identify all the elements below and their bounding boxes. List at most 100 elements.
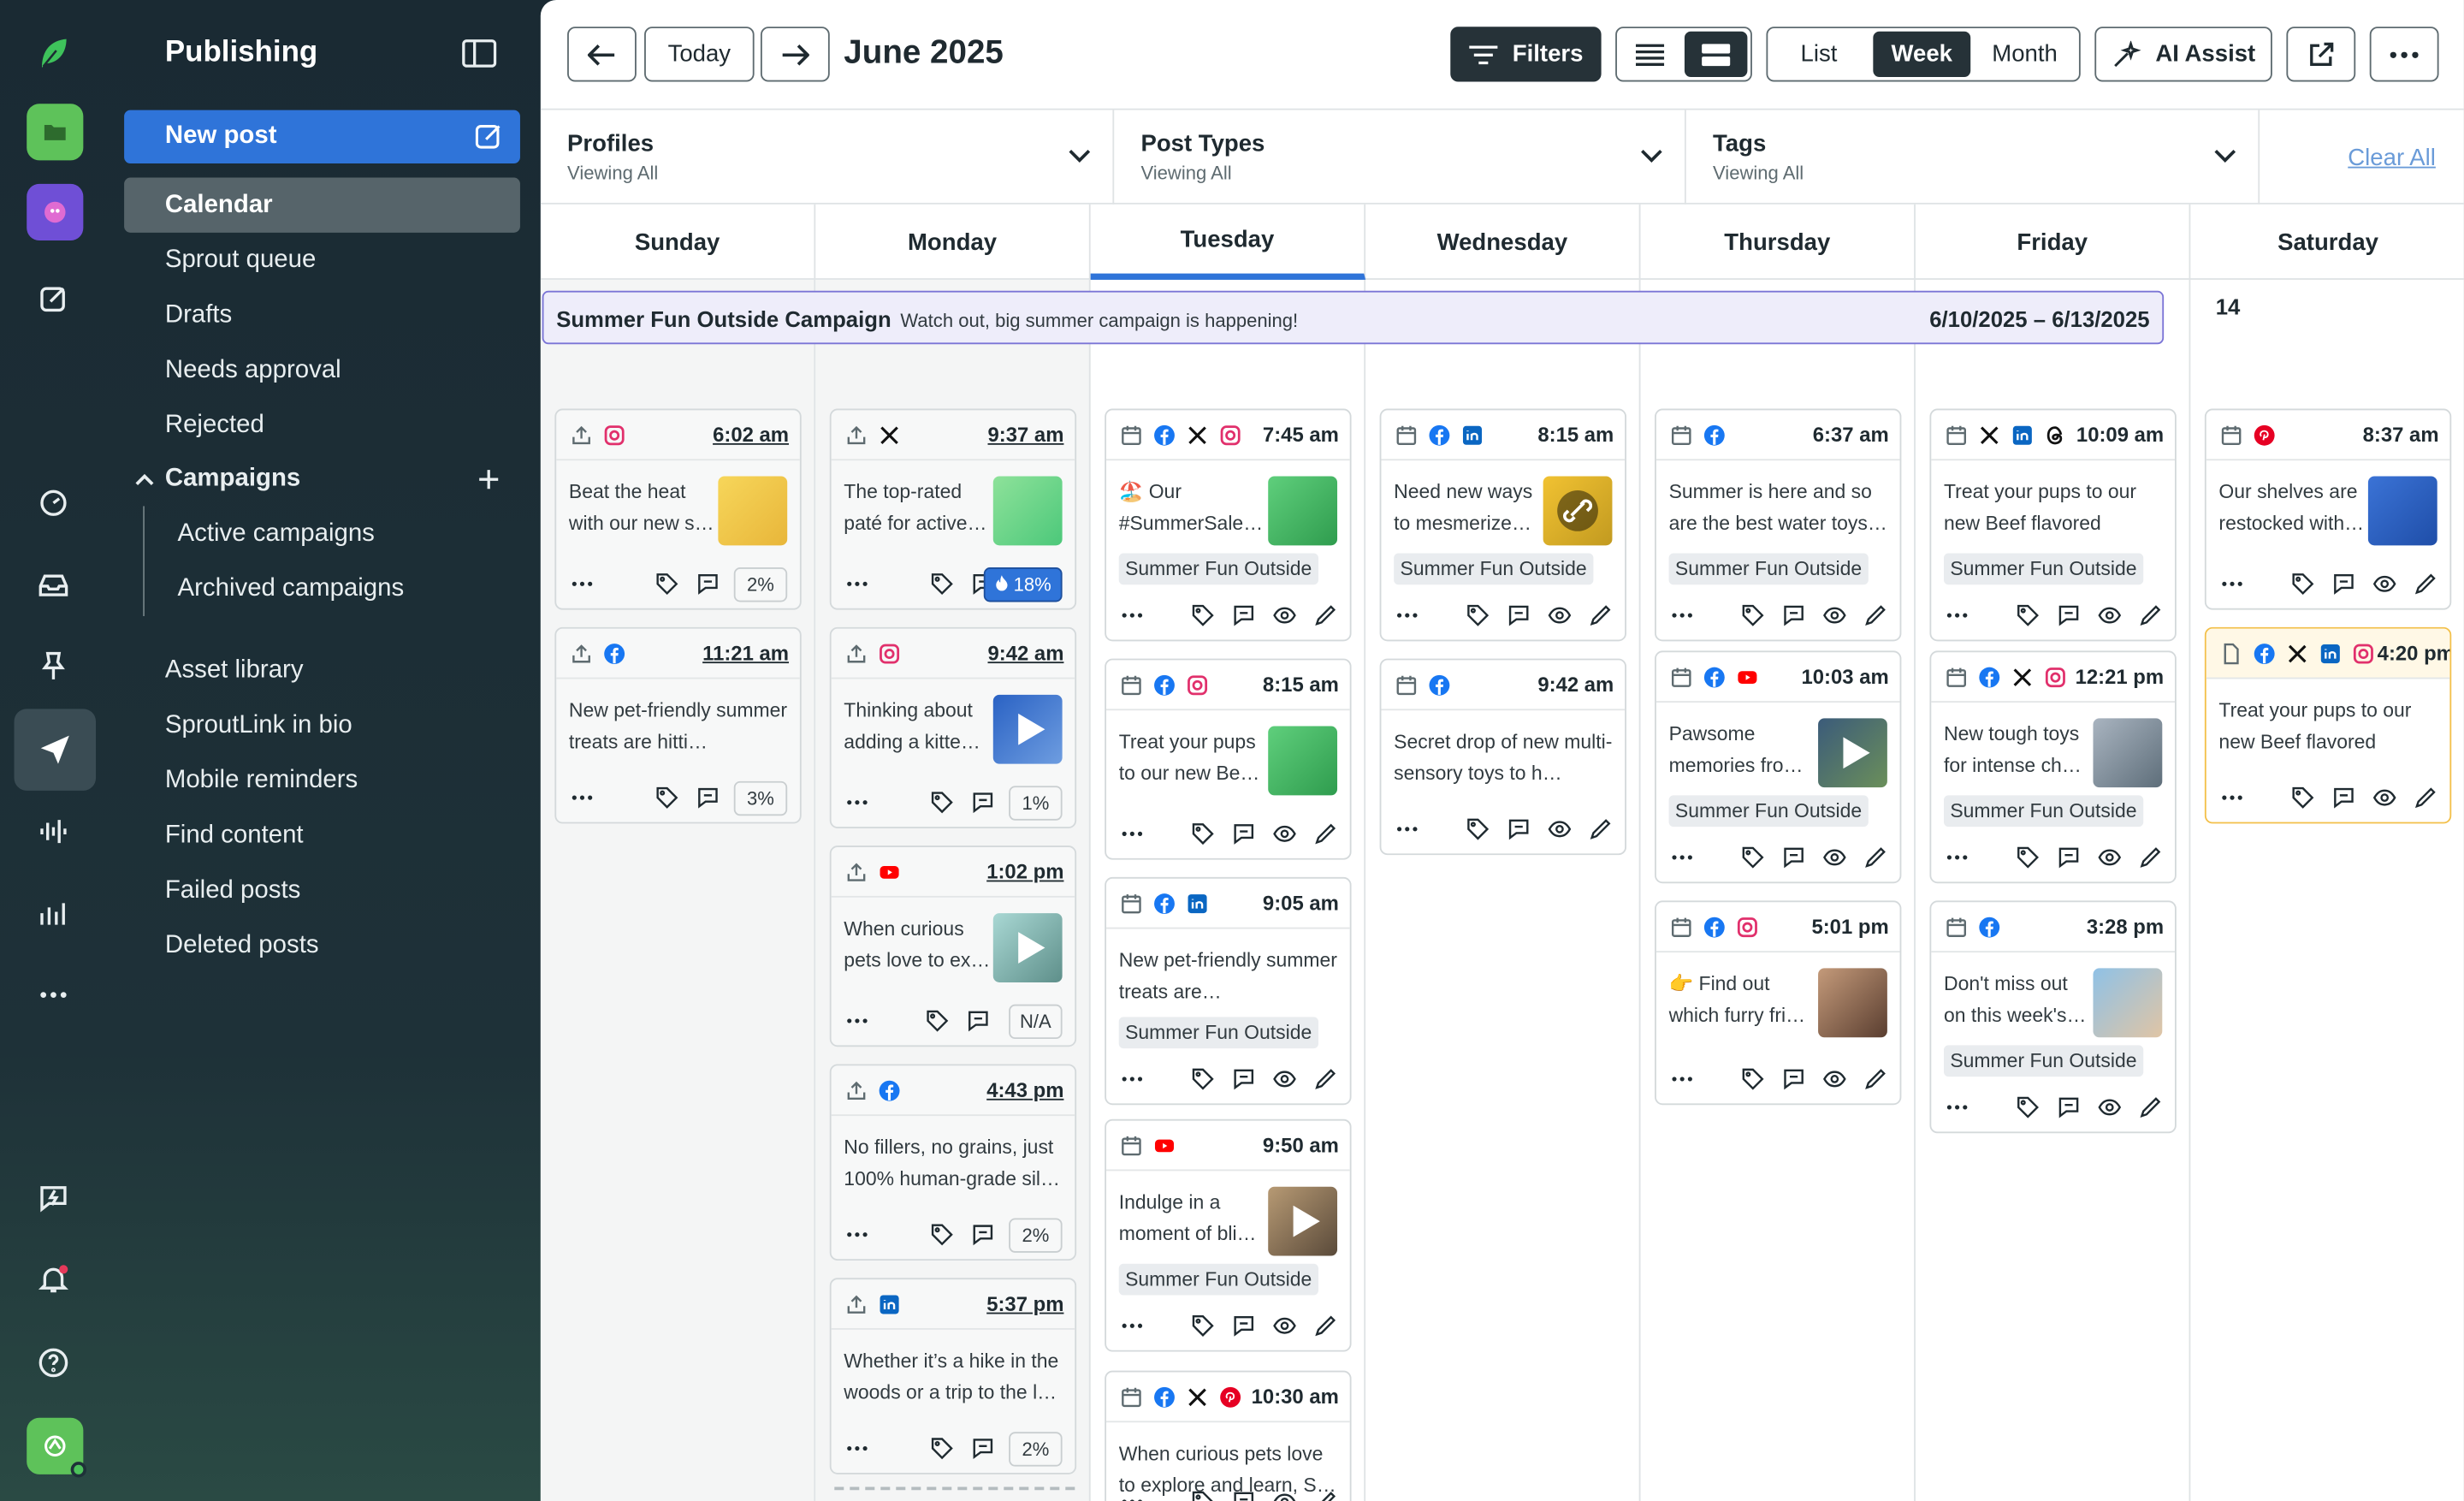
eye-icon[interactable] [2098,603,2122,627]
add-campaign-icon[interactable] [477,468,500,490]
eye-icon[interactable] [1273,1490,1297,1501]
campaign-banner[interactable]: Summer Fun Outside Campaign Watch out, b… [542,290,2165,345]
post-time[interactable]: 5:37 pm [986,1292,1063,1316]
more-icon[interactable] [1946,845,1969,869]
feedback-icon[interactable] [19,1163,88,1232]
comment-icon[interactable] [1232,1314,1256,1338]
comment-icon[interactable] [2057,1095,2081,1119]
ai-assist-button[interactable]: AI Assist [2094,27,2272,82]
eye-icon[interactable] [1548,603,1572,627]
more-icon[interactable] [1670,845,1694,869]
reports-icon[interactable] [19,879,88,948]
nav-item-sprout-queue[interactable]: Sprout queue [165,246,316,275]
eye-icon[interactable] [1823,845,1847,869]
eye-icon[interactable] [1548,817,1572,841]
campaign-tag[interactable]: Summer Fun Outside [1943,795,2143,828]
more-icon[interactable] [1121,603,1145,627]
filter-post-types[interactable]: Post Types Viewing All [1114,110,1686,205]
tag-icon[interactable] [1741,845,1765,869]
more-icon[interactable] [1670,603,1694,627]
campaign-tag[interactable]: Summer Fun Outside [1943,1045,2143,1077]
comment-icon[interactable] [1232,822,1256,846]
post-card[interactable]: 5:37 pm Whether it’s a hike in the woods … [829,1278,1077,1474]
comment-icon[interactable] [971,1223,995,1247]
more-icon[interactable] [845,1437,869,1461]
eye-icon[interactable] [2372,786,2396,810]
more-icon[interactable] [1395,817,1419,841]
nav-item-active-campaigns[interactable]: Active campaigns [178,520,375,549]
comment-icon[interactable] [1782,845,1806,869]
filter-profiles[interactable]: Profiles Viewing All [541,110,1115,205]
eye-icon[interactable] [2098,845,2122,869]
tag-icon[interactable] [1191,1067,1215,1091]
post-time[interactable]: 1:02 pm [986,860,1063,884]
tag-icon[interactable] [1191,822,1215,846]
pencil-icon[interactable] [2139,603,2163,627]
campaign-tag[interactable]: Summer Fun Outside [1394,553,1594,585]
dashboard-icon[interactable] [19,468,88,537]
eye-icon[interactable] [1273,603,1297,627]
drop-zone[interactable] [834,1486,1075,1491]
tag-icon[interactable] [930,573,954,596]
tag-icon[interactable] [930,1437,954,1461]
nav-item-archived-campaigns[interactable]: Archived campaigns [178,575,405,603]
post-card[interactable]: 4:20 pm Treat your pups to our new Beef f… [2204,626,2452,824]
eye-icon[interactable] [1823,1067,1847,1091]
eye-icon[interactable] [1273,1314,1297,1338]
help-icon[interactable] [19,1328,88,1397]
tag-icon[interactable] [2291,786,2315,810]
post-card[interactable]: 9:05 am New pet-friendly summer treats ar… [1105,876,1352,1106]
campaign-tag[interactable]: Summer Fun Outside [1943,553,2143,585]
more-icon[interactable] [1121,822,1145,846]
nav-item-deleted-posts[interactable]: Deleted posts [165,932,319,960]
tag-icon[interactable] [1466,817,1490,841]
comment-icon[interactable] [967,1009,991,1033]
nav-item-sproutlink[interactable]: SproutLink in bio [165,712,352,740]
campaign-tag[interactable]: Summer Fun Outside [1118,553,1318,585]
tag-icon[interactable] [655,573,679,596]
pencil-icon[interactable] [2139,1095,2163,1119]
pencil-icon[interactable] [2414,573,2437,596]
post-card[interactable]: 10:09 am Treat your pups to our new Beef … [1929,408,2177,642]
more-apps-icon[interactable] [19,960,88,1029]
comment-icon[interactable] [1232,1067,1256,1091]
tag-icon[interactable] [926,1009,950,1033]
tag-icon[interactable] [2016,603,2040,627]
more-icon[interactable] [1395,603,1419,627]
eye-icon[interactable] [2098,1095,2122,1119]
pencil-icon[interactable] [2414,786,2437,810]
comment-icon[interactable] [1782,603,1806,627]
eye-icon[interactable] [1273,822,1297,846]
inbox-icon[interactable] [19,550,88,620]
post-time[interactable]: 6:02 am [713,423,789,447]
prev-button[interactable] [567,27,637,82]
new-post-button[interactable]: New post [124,110,520,164]
comment-icon[interactable] [2057,603,2081,627]
tag-icon[interactable] [2291,573,2315,596]
post-card[interactable]: 5:01 pm 👉 Find out which furry fri… [1655,900,1902,1106]
more-icon[interactable] [1946,1095,1969,1119]
nav-item-calendar[interactable]: Calendar [165,192,273,220]
comment-icon[interactable] [1782,1067,1806,1091]
clear-all-link[interactable]: Clear All [2348,145,2436,171]
post-card[interactable]: 9:42 am Secret drop of new multi-sensory … [1379,658,1626,856]
pencil-icon[interactable] [1589,817,1613,841]
expanded-view-icon[interactable] [1685,31,1748,77]
comment-icon[interactable] [971,1437,995,1461]
eye-icon[interactable] [1823,603,1847,627]
post-card[interactable]: 8:15 am Treat your pups to our new Be… [1105,658,1352,860]
nav-item-find-content[interactable]: Find content [165,822,304,851]
comment-icon[interactable] [971,791,995,815]
filter-tags[interactable]: Tags Viewing All [1686,110,2260,205]
sprout-logo-icon[interactable] [19,19,88,88]
tag-icon[interactable] [2016,1095,2040,1119]
tag-icon[interactable] [1191,1490,1215,1501]
campaign-tag[interactable]: Summer Fun Outside [1668,795,1869,828]
campaigns-section[interactable]: Campaigns [122,466,515,497]
post-card[interactable]: 8:37 am Our shelves are restocked with… [2204,408,2452,610]
density-toggle[interactable] [1615,27,1752,82]
pin-icon[interactable] [19,632,88,701]
post-card[interactable]: 6:02 am Beat the heat with our new s… 2% [554,408,802,610]
more-icon[interactable] [1946,603,1969,627]
tag-icon[interactable] [655,786,679,810]
